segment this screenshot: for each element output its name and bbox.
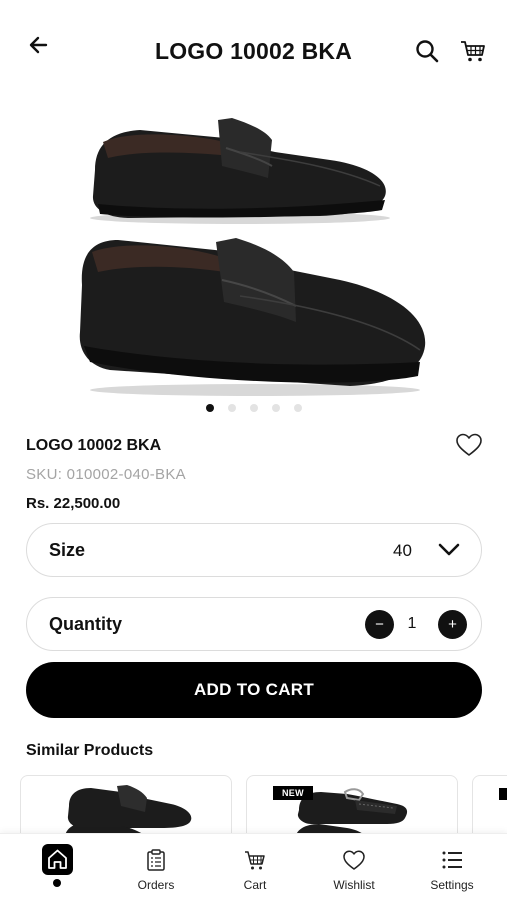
heart-icon (456, 433, 482, 456)
pagination-dot[interactable] (227, 404, 236, 412)
tab-label-orders: Orders (137, 878, 175, 892)
quantity-decrease-button[interactable]: − (365, 610, 394, 639)
similar-products-heading: Similar Products (26, 742, 154, 759)
tab-orders[interactable]: Orders (111, 834, 201, 900)
tab-wishlist[interactable]: Wishlist (309, 834, 399, 900)
pagination-dot[interactable] (293, 404, 302, 412)
add-to-wishlist-button[interactable] (455, 432, 483, 458)
product-sku: SKU: 010002-040-BKA (26, 466, 186, 483)
new-badge: NEW (273, 786, 313, 800)
orders-icon (147, 849, 165, 871)
header-cart-button[interactable] (459, 38, 487, 64)
size-selector[interactable]: Size 40 (26, 523, 482, 577)
tab-label-wishlist: Wishlist (333, 878, 375, 892)
tab-home[interactable] (0, 834, 90, 900)
quantity-value: 1 (407, 615, 417, 632)
pagination-dot[interactable] (271, 404, 280, 412)
product-name: LOGO 10002 BKA (26, 437, 162, 454)
product-image-gallery[interactable] (0, 100, 507, 400)
quantity-increase-button[interactable]: + (438, 610, 467, 639)
bottom-navigation: Orders Cart Wishlist Settings (0, 833, 507, 900)
home-icon (48, 849, 67, 869)
home-tab-highlight (42, 844, 73, 875)
search-icon (416, 40, 439, 63)
tab-cart[interactable]: Cart (210, 834, 300, 900)
pagination-dot[interactable] (249, 404, 258, 412)
quantity-stepper: Quantity − 1 + (26, 597, 482, 651)
quantity-label: Quantity (49, 614, 123, 634)
active-tab-indicator (53, 879, 61, 887)
pagination-dot-active[interactable] (205, 404, 214, 412)
product-image (79, 118, 426, 396)
shoe-top-image (90, 118, 390, 224)
cart-icon (461, 41, 485, 62)
tab-label-cart: Cart (243, 878, 267, 892)
top-app-bar: LOGO 10002 BKA (0, 0, 507, 100)
add-to-cart-button[interactable]: ADD TO CART (26, 662, 482, 718)
shoe-bottom-image (79, 238, 426, 396)
heart-icon (343, 850, 365, 870)
list-icon (442, 851, 462, 869)
gallery-pagination (0, 404, 507, 412)
search-button[interactable] (414, 38, 440, 64)
product-price: Rs. 22,500.00 (26, 495, 121, 512)
size-label: Size (49, 540, 86, 560)
tab-settings[interactable]: Settings (407, 834, 497, 900)
chevron-down-icon (438, 543, 460, 556)
badge-partial (499, 788, 507, 800)
size-value: 40 (393, 541, 412, 560)
tab-label-settings: Settings (430, 878, 474, 892)
cart-icon (245, 851, 265, 870)
